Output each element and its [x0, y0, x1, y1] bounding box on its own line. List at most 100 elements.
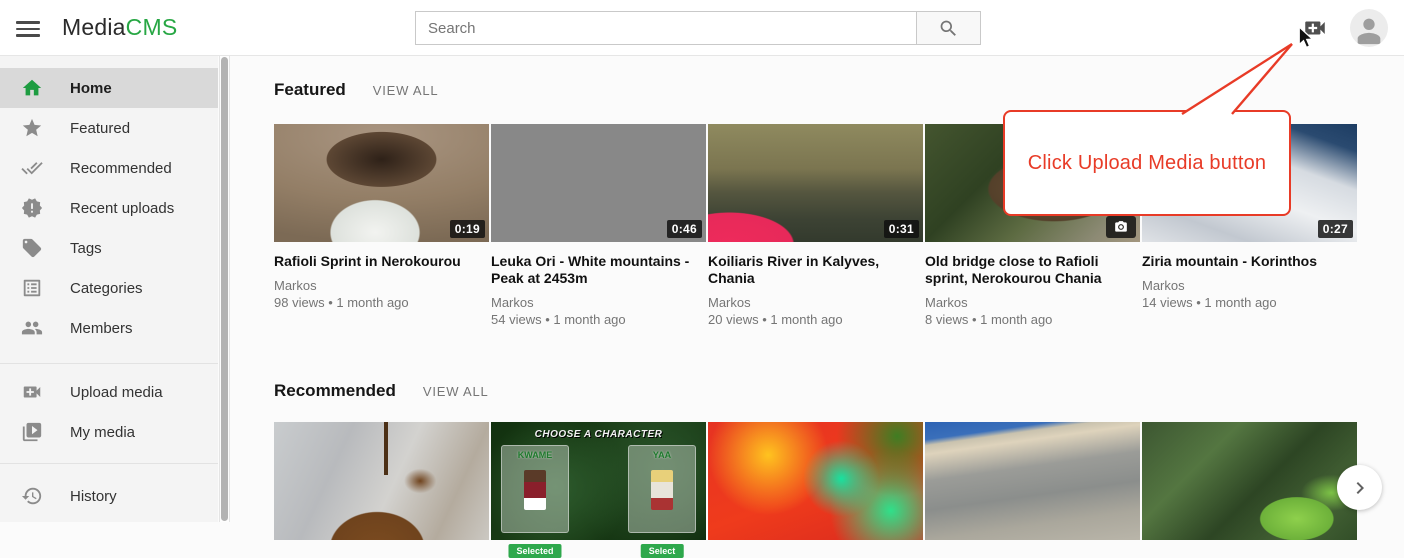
sidebar-divider — [0, 463, 218, 464]
tutorial-callout: Click Upload Media button — [1003, 110, 1291, 216]
media-title[interactable]: Old bridge close to Rafioli sprint, Nero… — [925, 253, 1140, 287]
callout-pointer — [1170, 38, 1304, 116]
scree-mountain-thumbnail[interactable] — [925, 422, 1140, 540]
game-character-select-thumbnail[interactable]: CHOOSE A CHARACTER KWAME Selected YAA Se… — [491, 422, 706, 540]
media-title[interactable]: Rafioli Sprint in Nerokourou — [274, 253, 489, 270]
featured-section-title: Featured — [274, 80, 346, 100]
search-input[interactable] — [415, 11, 917, 45]
media-meta: 20 views • 1 month ago — [708, 311, 923, 328]
media-card: 0:31 Koiliaris River in Kalyves, Chania … — [708, 124, 923, 328]
media-author[interactable]: Markos — [708, 295, 923, 311]
sidebar-item-label: Members — [70, 320, 133, 337]
river-kayak-thumbnail[interactable]: 0:31 — [708, 124, 923, 242]
media-author[interactable]: Markos — [925, 295, 1140, 311]
media-card — [708, 422, 923, 540]
chevron-right-icon — [1348, 476, 1372, 500]
logo-text-cms: CMS — [126, 14, 178, 40]
search-bar — [415, 11, 981, 45]
history-icon — [21, 485, 43, 507]
sidebar-item-label: Recommended — [70, 160, 172, 177]
color-gradient-thumbnail[interactable] — [708, 422, 923, 540]
sidebar-item-label: My media — [70, 424, 135, 441]
media-meta: 8 views • 1 month ago — [925, 311, 1140, 328]
pumpkin-craft-thumbnail[interactable] — [274, 422, 489, 540]
sidebar-item-label: Recent uploads — [70, 200, 174, 217]
duration-badge: 0:31 — [884, 220, 919, 238]
sidebar-item-upload-media[interactable]: Upload media — [0, 372, 218, 412]
media-meta: 54 views • 1 month ago — [491, 311, 706, 328]
tag-icon — [21, 237, 43, 259]
game-character-name: KWAME — [502, 450, 568, 460]
callout-text: Click Upload Media button — [1028, 152, 1266, 175]
media-card — [274, 422, 489, 540]
sidebar-scrollbar — [219, 56, 230, 522]
my-media-icon — [21, 421, 43, 443]
recommended-media-row: CHOOSE A CHARACTER KWAME Selected YAA Se… — [274, 422, 1357, 540]
game-character-sprite — [524, 470, 546, 510]
sidebar-nav: Home Featured Recommended Recent uploads… — [0, 56, 218, 522]
members-icon — [21, 317, 43, 339]
sidebar-item-home[interactable]: Home — [0, 68, 218, 108]
person-icon — [1352, 13, 1386, 47]
search-button[interactable] — [917, 11, 981, 45]
media-author[interactable]: Markos — [274, 278, 489, 294]
recommended-section-title: Recommended — [274, 381, 396, 401]
menu-icon[interactable] — [16, 17, 40, 39]
sidebar-item-label: History — [70, 488, 117, 505]
media-card — [925, 422, 1140, 540]
home-icon — [21, 77, 43, 99]
fountain-waterfall-thumbnail[interactable]: 0:19 — [274, 124, 489, 242]
game-character-sprite — [651, 470, 673, 510]
sidebar-item-label: Featured — [70, 120, 130, 137]
sidebar-scrollbar-thumb[interactable] — [221, 57, 228, 521]
duration-badge: 0:27 — [1318, 220, 1353, 238]
logo-text-media: Media — [62, 14, 126, 40]
media-card: 0:19 Rafioli Sprint in Nerokourou Markos… — [274, 124, 489, 328]
sidebar-divider — [0, 363, 218, 364]
sidebar-item-recent-uploads[interactable]: Recent uploads — [0, 188, 218, 228]
duration-badge: 0:19 — [450, 220, 485, 238]
mouse-cursor — [1297, 27, 1317, 49]
sidebar-item-label: Home — [70, 80, 112, 97]
star-icon — [21, 117, 43, 139]
media-meta: 14 views • 1 month ago — [1142, 294, 1357, 311]
game-character-name: YAA — [629, 450, 695, 460]
sidebar-item-history[interactable]: History — [0, 476, 218, 516]
media-title[interactable]: Leuka Ori - White mountains - Peak at 24… — [491, 253, 706, 287]
sidebar-item-my-media[interactable]: My media — [0, 412, 218, 452]
sidebar-item-members[interactable]: Members — [0, 308, 218, 348]
desert-mountains-thumbnail[interactable]: 0:46 — [491, 124, 706, 242]
recommended-view-all-link[interactable]: VIEW ALL — [423, 384, 489, 399]
sidebar-item-featured[interactable]: Featured — [0, 108, 218, 148]
categories-icon — [21, 277, 43, 299]
media-author[interactable]: Markos — [1142, 278, 1357, 294]
sidebar-item-label: Upload media — [70, 384, 163, 401]
sidebar-item-label: Categories — [70, 280, 143, 297]
carousel-next-button[interactable] — [1337, 465, 1382, 510]
media-card: CHOOSE A CHARACTER KWAME Selected YAA Se… — [491, 422, 706, 540]
mediacms-logo[interactable]: MediaCMS — [62, 14, 177, 41]
sidebar-item-tags[interactable]: Tags — [0, 228, 218, 268]
duration-badge: 0:46 — [667, 220, 702, 238]
user-avatar[interactable] — [1350, 9, 1388, 47]
media-author[interactable]: Markos — [491, 295, 706, 311]
media-title[interactable]: Koiliaris River in Kalyves, Chania — [708, 253, 923, 287]
sidebar-item-categories[interactable]: Categories — [0, 268, 218, 308]
double-check-icon — [21, 157, 43, 179]
game-screen-title: CHOOSE A CHARACTER — [491, 429, 706, 440]
photo-type-badge — [1106, 216, 1136, 238]
featured-view-all-link[interactable]: VIEW ALL — [373, 83, 439, 98]
game-character-panel: KWAME Selected — [501, 445, 569, 533]
game-select-button: Select — [641, 544, 684, 558]
new-releases-icon — [21, 197, 43, 219]
green-leaves-thumbnail[interactable] — [1142, 422, 1357, 540]
camera-icon — [1114, 220, 1128, 234]
sidebar-item-label: Tags — [70, 240, 102, 257]
search-icon — [938, 18, 959, 39]
upload-media-icon — [21, 381, 43, 403]
sidebar-item-recommended[interactable]: Recommended — [0, 148, 218, 188]
game-character-panel: YAA Select — [628, 445, 696, 533]
media-card — [1142, 422, 1357, 540]
media-card: 0:46 Leuka Ori - White mountains - Peak … — [491, 124, 706, 328]
media-title[interactable]: Ziria mountain - Korinthos — [1142, 253, 1357, 270]
